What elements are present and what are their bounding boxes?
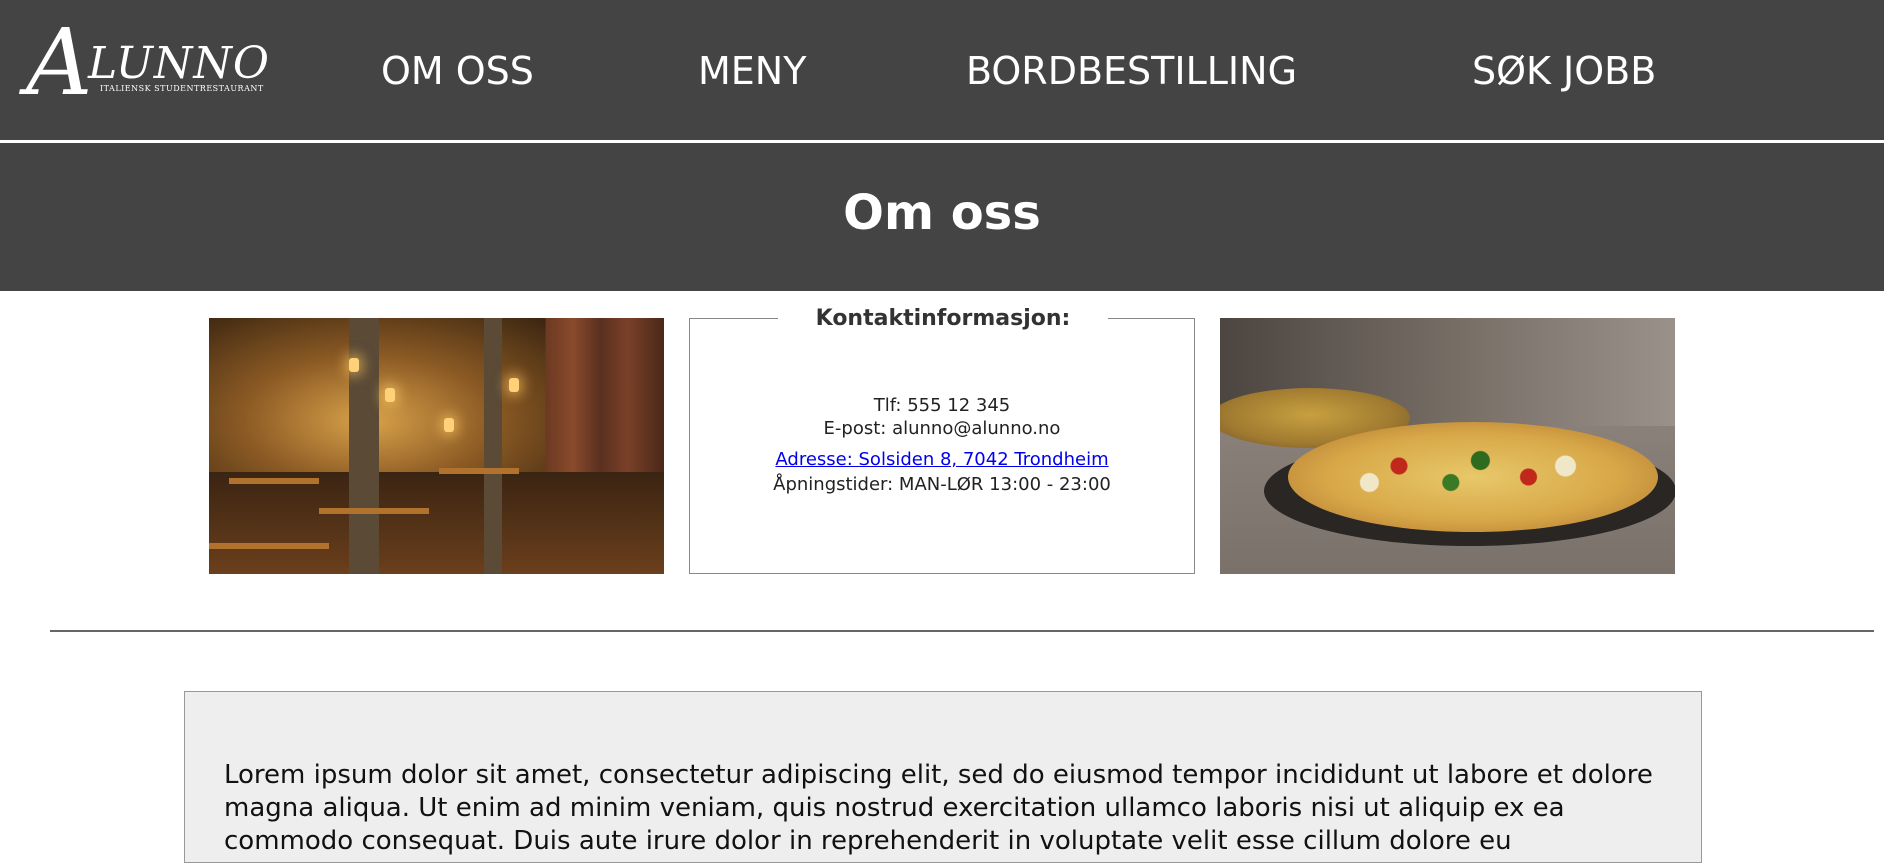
contact-heading: Kontaktinformasjon:	[778, 307, 1108, 331]
page-title: Om oss	[843, 185, 1041, 241]
interior-lamp	[349, 358, 359, 372]
restaurant-interior-image	[209, 318, 664, 574]
section-divider	[50, 630, 1874, 632]
nav-bordbestilling[interactable]: BORDBESTILLING	[966, 46, 1297, 96]
interior-table	[439, 468, 519, 474]
interior-lamp	[509, 378, 519, 392]
pizza-image	[1220, 318, 1675, 574]
nav-meny[interactable]: MENY	[698, 46, 806, 96]
interior-table	[319, 508, 429, 514]
contact-email: E-post: alunno@alunno.no	[823, 418, 1061, 439]
logo-tagline: ITALIENSK STUDENTRESTAURANT	[100, 84, 264, 93]
interior-table	[229, 478, 319, 484]
foreground-pizza	[1288, 422, 1658, 532]
about-text-box: Lorem ipsum dolor sit amet, consectetur …	[184, 691, 1702, 863]
hero-banner: Om oss	[0, 143, 1884, 291]
logo-wordmark: A LUNNO	[26, 17, 269, 109]
nav-om-oss[interactable]: OM OSS	[381, 46, 534, 96]
contact-hours: Åpningstider: MAN-LØR 13:00 - 23:00	[773, 474, 1111, 495]
logo-rest: LUNNO	[88, 38, 270, 89]
nav-sok-jobb[interactable]: SØK JOBB	[1472, 46, 1656, 96]
interior-lamp	[444, 418, 454, 432]
interior-floor	[209, 471, 664, 574]
contact-address-line: Adresse: Solsiden 8, 7042 Trondheim	[690, 449, 1194, 471]
interior-table	[209, 543, 329, 549]
logo-initial: A	[26, 9, 92, 116]
alunno-logo[interactable]: A LUNNO ITALIENSK STUDENTRESTAURANT	[26, 17, 270, 109]
interior-lamp	[385, 388, 395, 402]
contact-phone: Tlf: 555 12 345	[873, 395, 1011, 416]
contact-info-box: Kontaktinformasjon: Tlf: 555 12 345 E-po…	[689, 307, 1195, 574]
contact-address-link[interactable]: Adresse: Solsiden 8, 7042 Trondheim	[775, 449, 1108, 470]
interior-pillar	[484, 318, 502, 574]
interior-pillar	[349, 318, 379, 574]
top-navigation-bar: A LUNNO ITALIENSK STUDENTRESTAURANT OM O…	[0, 0, 1884, 140]
about-text: Lorem ipsum dolor sit amet, consectetur …	[224, 760, 1653, 856]
